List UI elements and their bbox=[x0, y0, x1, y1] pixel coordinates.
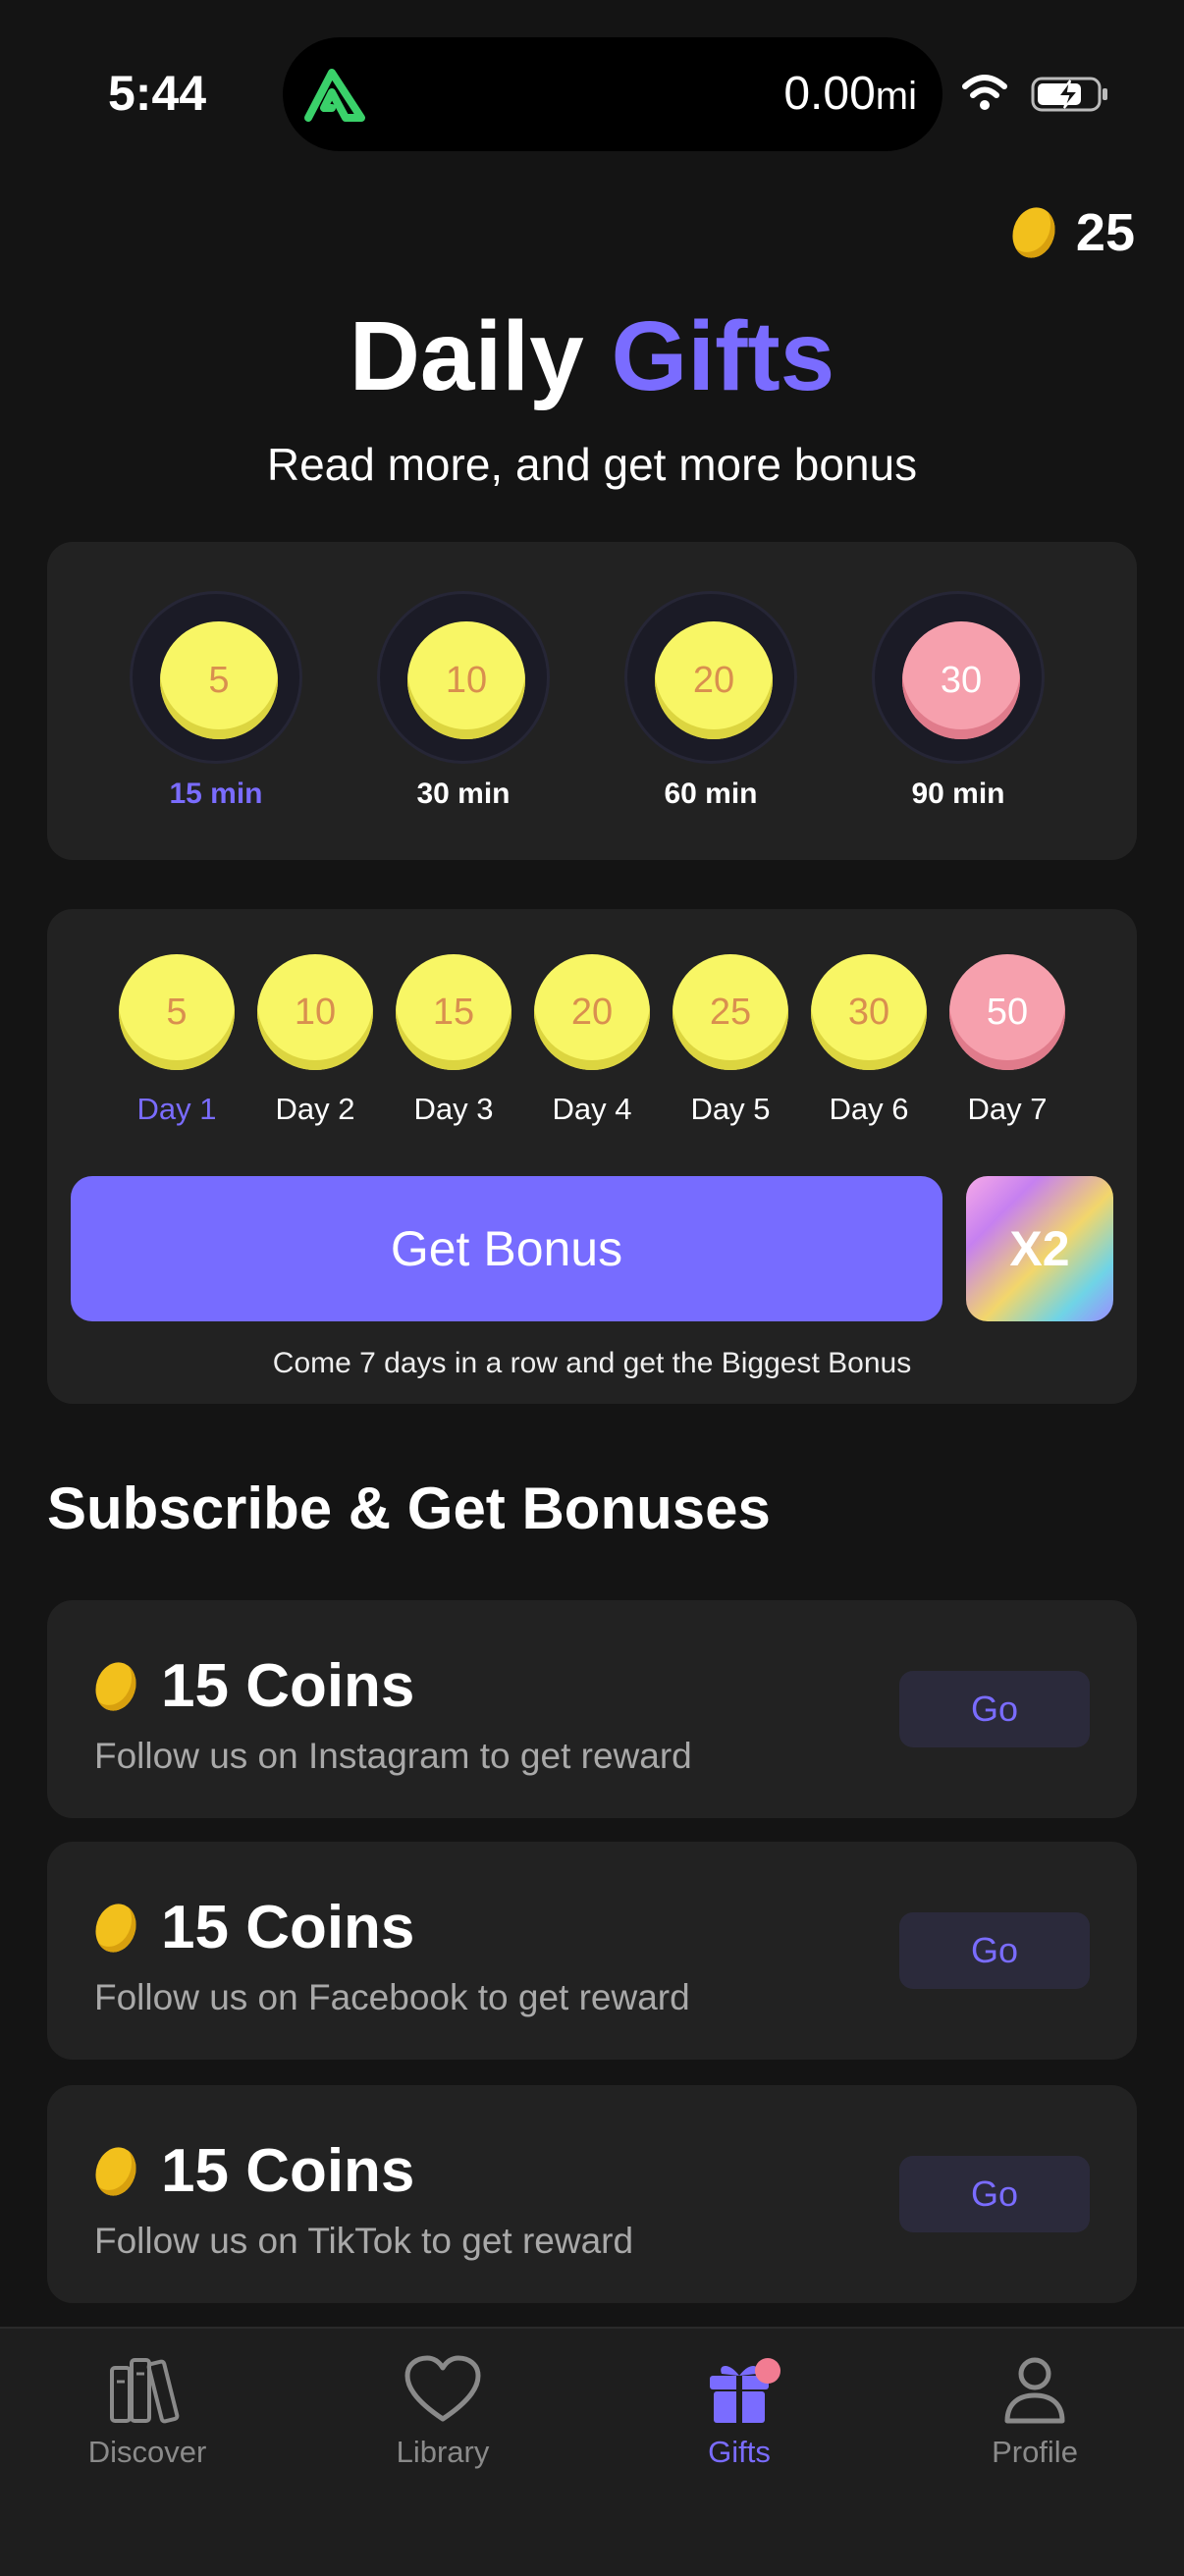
reward-description: Follow us on TikTok to get reward bbox=[94, 2221, 634, 2261]
coin-reward: 25 bbox=[673, 954, 788, 1070]
x2-multiplier-button[interactable]: X2 bbox=[966, 1176, 1113, 1321]
battery-charging-icon bbox=[1031, 77, 1107, 112]
timer-label: 30 min bbox=[416, 778, 511, 810]
distance-value: 0.00 bbox=[783, 68, 876, 120]
coin-icon bbox=[89, 1656, 142, 1716]
section-title: Subscribe & Get Bonuses bbox=[47, 1476, 771, 1541]
reward-amount: 15 Coins bbox=[89, 1651, 415, 1721]
timer-reward[interactable]: 10 30 min bbox=[375, 591, 552, 811]
reward-description: Follow us on Instagram to get reward bbox=[94, 1736, 692, 1776]
coin-reward: 15 bbox=[396, 954, 511, 1070]
timer-reward[interactable]: 30 90 min bbox=[870, 591, 1047, 811]
subscription-item-facebook: 15 Coins Follow us on Facebook to get re… bbox=[47, 1842, 1137, 2060]
coin-icon bbox=[1005, 201, 1061, 264]
timer-ring: 30 bbox=[872, 591, 1045, 764]
mountain-logo-icon bbox=[304, 69, 365, 122]
subscription-item-tiktok: 15 Coins Follow us on TikTok to get rewa… bbox=[47, 2085, 1137, 2303]
day-label: Day 5 bbox=[690, 1092, 771, 1126]
day-label: Day 3 bbox=[413, 1092, 494, 1126]
day-label: Day 6 bbox=[829, 1092, 909, 1126]
status-time: 5:44 bbox=[108, 66, 207, 121]
get-bonus-button[interactable]: Get Bonus bbox=[71, 1176, 942, 1321]
title-part2: Gifts bbox=[611, 301, 835, 411]
day-label: Day 4 bbox=[552, 1092, 632, 1126]
coin-reward: 10 bbox=[257, 954, 373, 1070]
daily-streak-card: 5 Day 1 10 Day 2 15 Day 3 20 Day 4 25 Da… bbox=[47, 909, 1137, 1404]
day-reward: 5 Day 1 bbox=[118, 954, 236, 1127]
title-part1: Daily bbox=[349, 301, 584, 411]
timer-reward[interactable]: 20 60 min bbox=[622, 591, 799, 811]
coin-reward: 30 bbox=[811, 954, 927, 1070]
go-button[interactable]: Go bbox=[899, 1912, 1090, 1989]
reading-rewards-card: 5 15 min 10 30 min 20 60 min 30 90 min bbox=[47, 542, 1137, 860]
page-title: Daily Gifts bbox=[0, 300, 1184, 413]
timer-label: 60 min bbox=[664, 778, 758, 810]
timer-label: 15 min bbox=[169, 778, 263, 810]
go-button[interactable]: Go bbox=[899, 1671, 1090, 1747]
reward-description: Follow us on Facebook to get reward bbox=[94, 1977, 690, 2017]
tab-gifts[interactable]: Gifts bbox=[641, 2354, 837, 2470]
reward-coins: 15 Coins bbox=[161, 1652, 415, 1720]
day-reward: 50 Day 7 bbox=[948, 954, 1066, 1127]
day-reward: 10 Day 2 bbox=[256, 954, 374, 1127]
books-icon bbox=[110, 2358, 180, 2424]
tab-label: Library bbox=[396, 2435, 490, 2469]
day-label: Day 1 bbox=[136, 1092, 217, 1126]
timer-label: 90 min bbox=[911, 778, 1005, 810]
day-label: Day 7 bbox=[967, 1092, 1048, 1126]
distance-unit: mi bbox=[875, 75, 917, 118]
coin-reward: 30 bbox=[902, 621, 1020, 739]
day-reward: 25 Day 5 bbox=[672, 954, 789, 1127]
day-reward: 15 Day 3 bbox=[395, 954, 512, 1127]
coin-reward: 10 bbox=[407, 621, 525, 739]
coin-balance-value: 25 bbox=[1075, 203, 1135, 262]
reward-coins: 15 Coins bbox=[161, 2137, 415, 2205]
day-label: Day 2 bbox=[275, 1092, 355, 1126]
reward-amount: 15 Coins bbox=[89, 1893, 415, 1962]
heart-icon bbox=[404, 2355, 481, 2422]
tab-bar: Discover Library Gifts Profile bbox=[0, 2327, 1184, 2576]
reward-amount: 15 Coins bbox=[89, 2136, 415, 2206]
tab-profile[interactable]: Profile bbox=[937, 2354, 1133, 2470]
tab-label: Profile bbox=[992, 2435, 1078, 2469]
timer-ring: 5 bbox=[130, 591, 302, 764]
coin-reward: 5 bbox=[119, 954, 235, 1070]
distance-readout: 0.00mi bbox=[783, 67, 917, 121]
coin-reward: 50 bbox=[949, 954, 1065, 1070]
timer-ring: 20 bbox=[624, 591, 797, 764]
timer-reward[interactable]: 5 15 min bbox=[128, 591, 304, 811]
coin-reward: 5 bbox=[160, 621, 278, 739]
person-icon bbox=[1004, 2357, 1065, 2424]
reward-coins: 15 Coins bbox=[161, 1894, 415, 1961]
tab-discover[interactable]: Discover bbox=[49, 2354, 245, 2470]
coin-reward: 20 bbox=[655, 621, 773, 739]
day-reward: 30 Day 6 bbox=[810, 954, 928, 1127]
coin-balance: 25 bbox=[1005, 201, 1135, 264]
coin-icon bbox=[89, 1898, 142, 1958]
coin-icon bbox=[89, 2141, 142, 2201]
go-button[interactable]: Go bbox=[899, 2156, 1090, 2232]
subscription-item-instagram: 15 Coins Follow us on Instagram to get r… bbox=[47, 1600, 1137, 1818]
tab-library[interactable]: Library bbox=[345, 2354, 541, 2470]
wifi-icon bbox=[962, 75, 1007, 110]
tab-label: Discover bbox=[87, 2435, 207, 2469]
notification-badge bbox=[755, 2358, 780, 2384]
streak-note: Come 7 days in a row and get the Biggest… bbox=[272, 1347, 912, 1379]
dynamic-island: 0.00mi bbox=[283, 37, 942, 151]
tab-label: Gifts bbox=[708, 2435, 771, 2469]
page-subtitle: Read more, and get more bonus bbox=[266, 439, 918, 490]
timer-ring: 10 bbox=[377, 591, 550, 764]
day-reward: 20 Day 4 bbox=[533, 954, 651, 1127]
coin-reward: 20 bbox=[534, 954, 650, 1070]
